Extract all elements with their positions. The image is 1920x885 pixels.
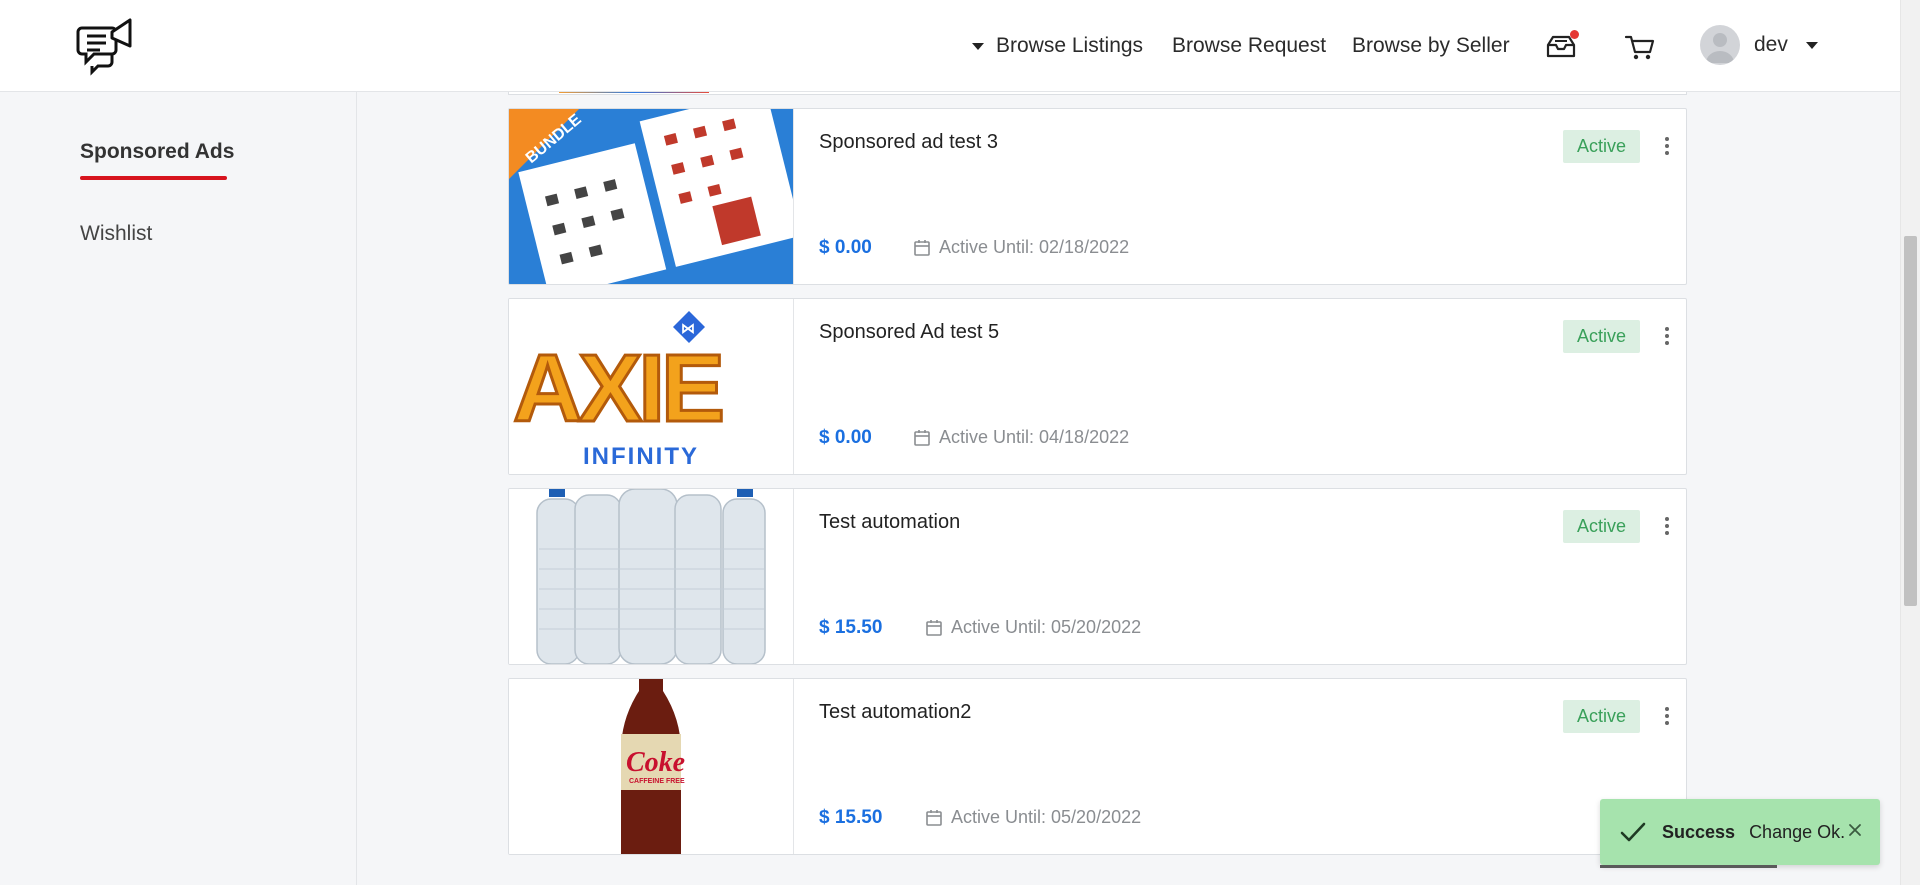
active-until: Active Until: 05/20/2022 xyxy=(925,807,1141,828)
diet-coke-bottle-image: Coke CAFFEINE FREE xyxy=(509,679,794,854)
inbox-button[interactable] xyxy=(1543,28,1579,64)
avatar xyxy=(1700,25,1740,65)
active-until: Active Until: 02/18/2022 xyxy=(913,237,1129,258)
status-badge: Active xyxy=(1563,130,1640,163)
active-until: Active Until: 05/20/2022 xyxy=(925,617,1141,638)
sidebar: Sponsored Ads Wishlist xyxy=(0,92,357,885)
calendar-icon xyxy=(926,809,942,826)
listing-card[interactable]: Coke CAFFEINE FREE Test automation2 $ 15… xyxy=(508,678,1687,855)
water-bottles-image xyxy=(509,489,794,664)
active-tab-indicator xyxy=(80,176,227,180)
svg-text:INFINITY: INFINITY xyxy=(583,443,699,470)
listing-title[interactable]: Test automation2 xyxy=(819,701,971,724)
active-until-text: Active Until: 05/20/2022 xyxy=(951,807,1142,827)
more-options-icon[interactable] xyxy=(1659,325,1675,347)
avatar-icon xyxy=(1706,33,1734,63)
svg-text:AXIE: AXIE xyxy=(513,335,722,442)
browse-listings-label: Browse Listings xyxy=(996,34,1144,57)
user-name: dev xyxy=(1754,33,1788,56)
logo-icon[interactable] xyxy=(76,14,140,78)
calendar-icon xyxy=(914,429,930,446)
browse-request-link[interactable]: Browse Request xyxy=(1172,0,1326,92)
sidebar-item-sponsored-ads[interactable]: Sponsored Ads xyxy=(80,140,234,164)
svg-text:Coke: Coke xyxy=(626,747,685,778)
more-options-icon[interactable] xyxy=(1659,135,1675,157)
svg-text:⋈: ⋈ xyxy=(681,320,695,336)
listing-title[interactable]: Sponsored ad test 3 xyxy=(819,131,998,154)
browse-by-seller-link[interactable]: Browse by Seller xyxy=(1352,0,1510,92)
active-until-text: Active Until: 04/18/2022 xyxy=(939,427,1130,447)
status-badge: Active xyxy=(1563,510,1640,543)
browse-by-seller-label: Browse by Seller xyxy=(1352,34,1510,57)
active-until: Active Until: 04/18/2022 xyxy=(913,427,1129,448)
active-until-text: Active Until: 02/18/2022 xyxy=(939,237,1130,257)
listing-price: $ 0.00 xyxy=(819,427,872,448)
status-badge: Active xyxy=(1563,320,1640,353)
svg-text:CAFFEINE FREE: CAFFEINE FREE xyxy=(629,778,685,785)
page-scrollbar[interactable] xyxy=(1900,0,1920,885)
sidebar-item-wishlist[interactable]: Wishlist xyxy=(80,222,152,246)
more-options-icon[interactable] xyxy=(1659,515,1675,537)
toast-title: Success xyxy=(1662,821,1736,842)
caret-down-icon xyxy=(1805,41,1818,49)
listing-card[interactable]: Test automation $ 15.50 Active Until: 05… xyxy=(508,488,1687,665)
user-menu[interactable]: dev xyxy=(1700,24,1818,66)
calendar-icon xyxy=(914,239,930,256)
toast-progress-bar xyxy=(1600,865,1777,868)
notification-dot xyxy=(1570,30,1579,39)
listing-price: $ 0.00 xyxy=(819,237,872,258)
listing-card[interactable]: ⋈ AXIE INFINITY Sponsored Ad test 5 $ 0.… xyxy=(508,298,1687,475)
axie-infinity-logo-image: ⋈ AXIE INFINITY xyxy=(509,299,794,474)
top-header: Browse Listings Browse Request Browse by… xyxy=(0,0,1900,92)
product-bundle-image: BUNDLE xyxy=(509,109,794,284)
active-until-text: Active Until: 05/20/2022 xyxy=(951,617,1142,637)
caret-down-icon xyxy=(972,42,984,50)
cart-icon xyxy=(1624,35,1655,60)
toast-message: Change Ok. xyxy=(1749,821,1846,842)
more-options-icon[interactable] xyxy=(1659,705,1675,727)
status-badge: Active xyxy=(1563,700,1640,733)
cart-button[interactable] xyxy=(1622,28,1658,64)
browse-request-label: Browse Request xyxy=(1172,34,1327,57)
close-icon[interactable] xyxy=(1846,821,1864,839)
success-toast: Success Change Ok. xyxy=(1600,799,1880,868)
listing-card[interactable]: BUNDLE Sponsored ad test 3 $ 0.00 Active… xyxy=(508,108,1687,285)
listing-title[interactable]: Sponsored Ad test 5 xyxy=(819,321,999,344)
listing-title[interactable]: Test automation xyxy=(819,511,960,534)
check-icon xyxy=(1620,822,1646,842)
calendar-icon xyxy=(926,619,942,636)
browse-listings-menu[interactable]: Browse Listings xyxy=(972,0,1143,92)
listing-price: $ 15.50 xyxy=(819,807,883,828)
listing-price: $ 15.50 xyxy=(819,617,883,638)
scrollbar-thumb[interactable] xyxy=(1904,236,1917,606)
